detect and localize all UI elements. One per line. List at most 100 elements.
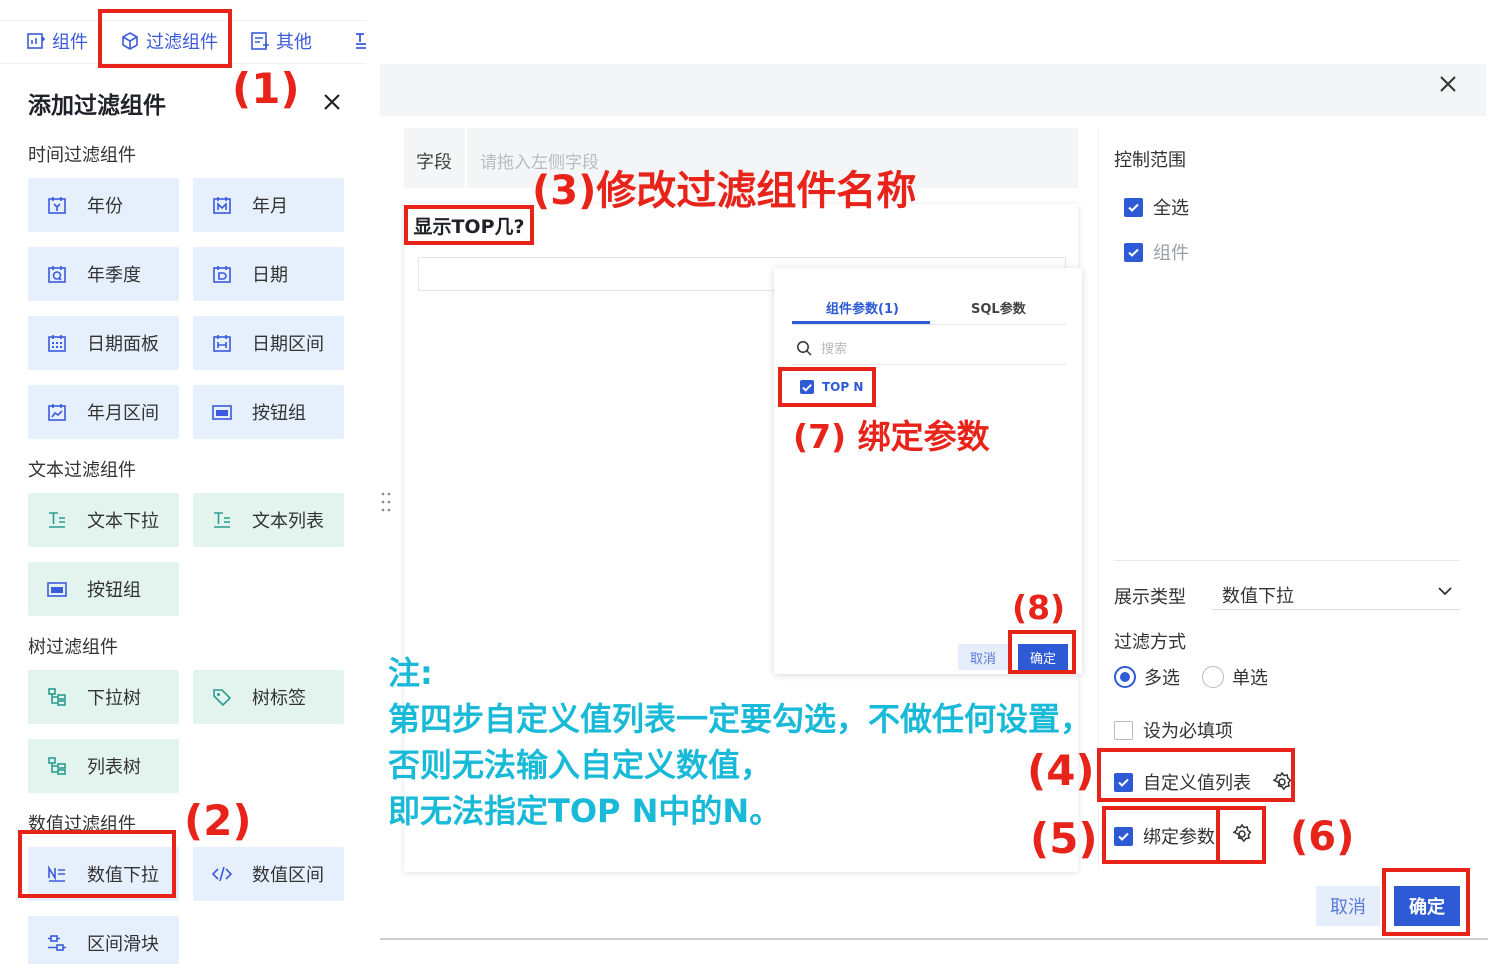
- annotation-box-confirm: [1382, 868, 1470, 936]
- field-separator: [465, 128, 467, 188]
- button-group-icon: [47, 582, 67, 597]
- tab-divider: [792, 324, 1066, 325]
- calendar-year-icon: [48, 197, 66, 214]
- radio-single[interactable]: 单选: [1202, 664, 1268, 690]
- text-list-icon: [214, 512, 230, 528]
- button-group-icon: [212, 405, 232, 420]
- code-range-icon: [212, 866, 232, 882]
- popup-cancel-button[interactable]: 取消: [958, 644, 1008, 670]
- component-name-title[interactable]: 显示TOP几?: [404, 205, 534, 245]
- note-line-2: 否则无法输入自定义数值，: [388, 746, 773, 784]
- drag-handle-icon[interactable]: [380, 490, 392, 514]
- text-dropdown-icon: [49, 512, 65, 528]
- check-icon: [1128, 203, 1139, 212]
- filter-item-dropdown-tree[interactable]: 下拉树: [28, 670, 179, 724]
- calendar-grid-icon: [48, 335, 66, 352]
- filter-item-label: 年季度: [87, 265, 141, 286]
- filter-item-label: 年月区间: [87, 403, 159, 424]
- annotation-step-3: (3)修改过滤组件名称: [532, 168, 917, 214]
- annotation-box-4: [1097, 748, 1295, 802]
- tag-icon: [213, 689, 232, 707]
- annotation-box-5: [1102, 806, 1220, 864]
- filter-item-year-month[interactable]: 年月: [193, 178, 344, 232]
- scope-select-all[interactable]: 全选: [1124, 194, 1189, 220]
- radio-single-icon[interactable]: [1202, 666, 1224, 688]
- annotation-step-4: (4): [1027, 746, 1095, 795]
- tree-icon: [48, 757, 66, 775]
- control-scope-label: 控制范围: [1114, 150, 1186, 171]
- filter-item-date[interactable]: 日期: [193, 247, 344, 301]
- check-icon: [1128, 248, 1139, 257]
- dialog-bottom-border: [380, 938, 1488, 940]
- display-type-label: 展示类型: [1114, 587, 1186, 608]
- display-type-value: 数值下拉: [1222, 586, 1294, 607]
- annotation-step-7: (7) 绑定参数: [793, 417, 990, 456]
- tab-components[interactable]: 组件: [26, 28, 88, 54]
- filter-item-year-month-range[interactable]: 年月区间: [28, 385, 179, 439]
- dialog-cancel-button[interactable]: 取消: [1316, 886, 1380, 926]
- filter-item-label: 文本列表: [252, 511, 324, 532]
- filter-item-tree-tag[interactable]: 树标签: [193, 670, 344, 724]
- filter-item-year-quarter[interactable]: 年季度: [28, 247, 179, 301]
- panel-close-icon[interactable]: [321, 91, 343, 113]
- tab-other[interactable]: 其他: [250, 28, 312, 54]
- search-icon: [797, 341, 812, 356]
- radio-multi-icon[interactable]: [1114, 666, 1136, 688]
- filter-item-label: 文本下拉: [87, 511, 159, 532]
- annotation-box-7: [778, 367, 876, 407]
- tab-more-icon[interactable]: [354, 30, 366, 52]
- required-checkbox[interactable]: [1114, 720, 1133, 740]
- select-all-checkbox[interactable]: [1124, 197, 1143, 217]
- filter-item-text-list[interactable]: 文本列表: [193, 493, 344, 547]
- annotation-step-5: (5): [1030, 814, 1098, 863]
- component-label: 组件: [1153, 243, 1189, 264]
- required-option[interactable]: 设为必填项: [1114, 717, 1233, 743]
- filter-item-range-slider[interactable]: 区间滑块: [28, 916, 179, 964]
- annotation-step-6: (6): [1290, 814, 1355, 860]
- filter-item-number-range[interactable]: 数值区间: [193, 847, 344, 901]
- annotation-box-6: [1216, 806, 1266, 864]
- tab-component-params[interactable]: 组件参数(1): [826, 298, 899, 317]
- required-label: 设为必填项: [1143, 721, 1233, 742]
- component-icon: [27, 33, 45, 49]
- calendar-month-icon: [213, 197, 231, 214]
- filter-item-label: 日期区间: [252, 334, 324, 355]
- filter-item-list-tree[interactable]: 列表树: [28, 739, 179, 793]
- section-tree-filters: 树过滤组件: [28, 637, 118, 658]
- component-checkbox[interactable]: [1124, 242, 1143, 262]
- tree-icon: [48, 688, 66, 706]
- annotation-box-1: [98, 9, 232, 68]
- calendar-day-icon: [213, 266, 231, 283]
- filter-item-date-panel[interactable]: 日期面板: [28, 316, 179, 370]
- dialog-close-icon[interactable]: [1438, 74, 1458, 94]
- filter-item-label: 年份: [87, 196, 123, 217]
- filter-item-button-group-time[interactable]: 按钮组: [193, 385, 344, 439]
- tab-other-label: 其他: [276, 32, 312, 53]
- tab-sql-params[interactable]: SQL参数: [971, 298, 1026, 317]
- scope-component[interactable]: 组件: [1124, 239, 1189, 265]
- tab-components-label: 组件: [52, 32, 88, 53]
- select-all-label: 全选: [1153, 198, 1189, 219]
- slider-icon: [48, 935, 66, 951]
- filter-item-button-group-text[interactable]: 按钮组: [28, 562, 179, 616]
- filter-item-date-range[interactable]: 日期区间: [193, 316, 344, 370]
- radio-multi[interactable]: 多选: [1114, 664, 1180, 690]
- section-time-filters: 时间过滤组件: [28, 145, 136, 166]
- filter-item-label: 数值区间: [252, 865, 324, 886]
- chevron-down-icon: [1438, 587, 1452, 596]
- filter-item-text-dropdown[interactable]: 文本下拉: [28, 493, 179, 547]
- display-type-select[interactable]: 数值下拉: [1212, 572, 1460, 610]
- panel-title: 添加过滤组件: [28, 93, 166, 119]
- filter-item-label: 按钮组: [87, 580, 141, 601]
- field-label: 字段: [416, 152, 452, 173]
- dialog-header: [380, 64, 1486, 116]
- popup-search-input[interactable]: 搜索: [821, 338, 847, 357]
- note-line-3: 即无法指定TOP N中的N。: [388, 792, 782, 830]
- annotation-box-2: [18, 830, 176, 898]
- filter-item-label: 列表树: [87, 757, 141, 778]
- filter-item-label: 树标签: [252, 688, 306, 709]
- note-line-1: 第四步自定义值列表一定要勾选，不做任何设置，: [388, 700, 1093, 738]
- component-name-text: 显示TOP几?: [413, 215, 525, 238]
- filter-item-year[interactable]: 年份: [28, 178, 179, 232]
- calendar-quarter-icon: [48, 266, 66, 283]
